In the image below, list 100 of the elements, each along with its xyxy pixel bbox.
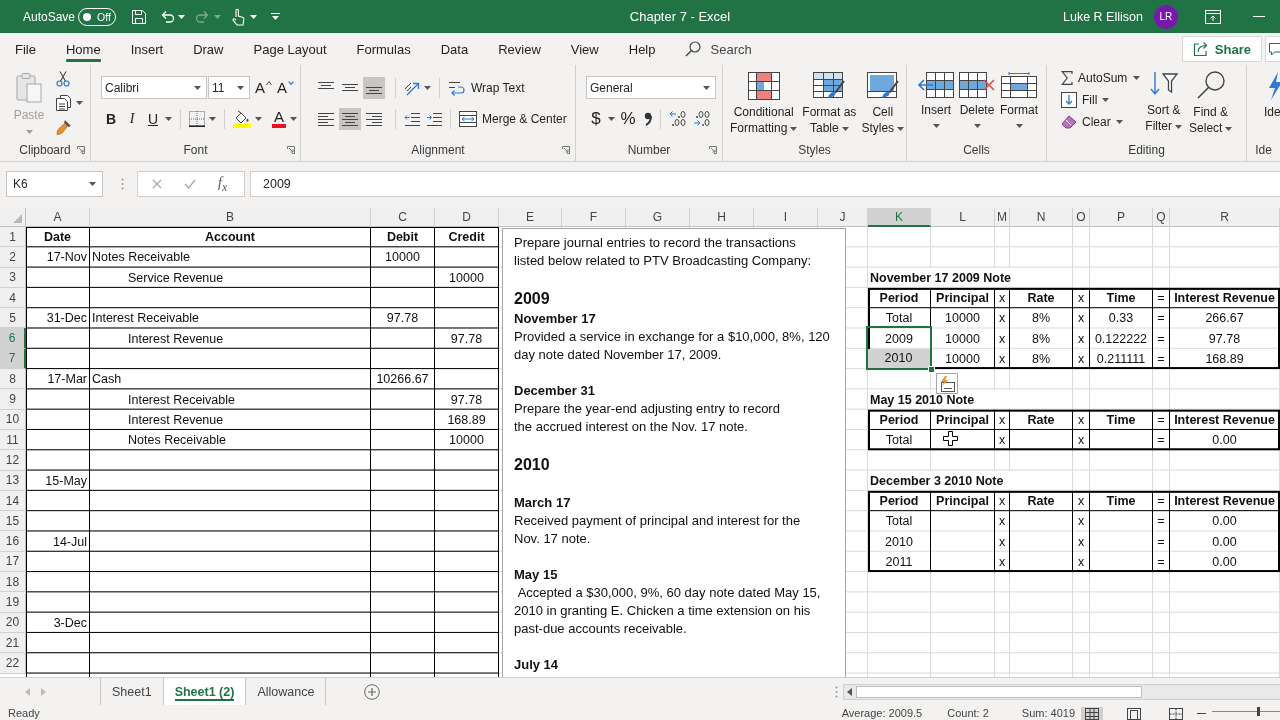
row-header[interactable]: 5 — [0, 308, 26, 329]
border-grid-icon[interactable] — [189, 111, 205, 127]
row-header[interactable]: 13 — [0, 470, 26, 491]
font-color-button[interactable]: A — [272, 110, 286, 128]
decrease-decimal-icon[interactable] — [693, 110, 711, 128]
scissors-icon[interactable] — [56, 71, 70, 87]
row-header[interactable]: 7 — [0, 348, 26, 370]
normal-view-icon[interactable] — [1081, 707, 1103, 720]
row-header[interactable]: 3 — [0, 267, 26, 288]
row-header[interactable]: 2 — [0, 247, 26, 268]
scrollbar-thumb[interactable] — [856, 685, 1142, 698]
row-header[interactable]: 9 — [0, 389, 26, 410]
autosum-button[interactable]: AutoSum — [1061, 71, 1128, 85]
column-header[interactable]: G — [626, 208, 690, 227]
row-header[interactable]: 20 — [0, 612, 26, 633]
name-box[interactable]: K6 — [6, 171, 103, 197]
column-header[interactable]: M — [995, 208, 1010, 227]
menu-tab[interactable]: View — [555, 33, 614, 65]
format-as-table-button[interactable]: Format as Table — [800, 72, 859, 136]
caret-icon[interactable] — [1133, 76, 1141, 80]
column-header[interactable]: K — [868, 208, 931, 227]
window-up-arrow-icon[interactable] — [1204, 9, 1221, 24]
share-button[interactable]: Share — [1181, 36, 1262, 62]
column-header[interactable]: R — [1170, 208, 1280, 227]
insert-cells-button[interactable]: Insert — [917, 72, 955, 128]
menu-tab[interactable]: Formulas — [341, 33, 426, 65]
menu-tab[interactable]: Page Layout — [238, 33, 342, 65]
scroll-left-icon[interactable] — [847, 687, 852, 696]
sort-filter-button[interactable]: Sort & Filter — [1143, 70, 1185, 134]
dialog-launcher-icon[interactable] — [287, 145, 295, 154]
menu-tab[interactable]: Insert — [115, 33, 179, 65]
bold-button[interactable]: B — [103, 109, 119, 129]
row-header[interactable]: 17 — [0, 551, 26, 573]
column-header[interactable]: J — [818, 208, 868, 227]
ideas-button[interactable]: Ide — [1264, 72, 1280, 120]
column-header[interactable]: E — [499, 208, 562, 227]
delete-cells-button[interactable]: Delete — [958, 72, 996, 128]
row-header[interactable]: 11 — [0, 429, 26, 451]
column-header[interactable]: F — [562, 208, 626, 227]
caret-icon[interactable] — [178, 14, 186, 19]
row-header[interactable]: 15 — [0, 511, 26, 532]
row-header[interactable]: 4 — [0, 287, 26, 309]
minimize-icon[interactable] — [1252, 16, 1265, 17]
menu-tab[interactable]: Data — [425, 33, 484, 65]
dialog-launcher-icon[interactable] — [77, 145, 85, 154]
menu-tab[interactable]: Draw — [178, 33, 239, 65]
caret-icon[interactable] — [290, 117, 297, 121]
insert-function-button[interactable]: f$_{x}$ — [218, 174, 228, 194]
caret-icon[interactable] — [255, 117, 262, 121]
conditional-formatting-button[interactable]: Conditional Formatting — [728, 72, 800, 136]
paintbrush-icon[interactable] — [56, 119, 72, 135]
row-header[interactable]: 14 — [0, 490, 26, 512]
currency-button[interactable]: $ — [588, 109, 604, 129]
column-header[interactable]: N — [1010, 208, 1073, 227]
grow-font-button[interactable]: A — [255, 78, 272, 97]
vertical-dots-icon[interactable] — [121, 178, 124, 190]
menu-tab[interactable]: Help — [613, 33, 671, 65]
row-header[interactable]: 12 — [0, 450, 26, 471]
shrink-font-button[interactable]: A — [277, 78, 295, 97]
dialog-launcher-icon[interactable] — [709, 145, 717, 154]
increase-indent-icon[interactable] — [426, 112, 442, 126]
quick-analysis-button[interactable] — [936, 373, 958, 395]
column-header[interactable]: D — [435, 208, 499, 227]
row-header[interactable]: 1 — [0, 227, 26, 248]
horizontal-scrollbar[interactable] — [843, 683, 1280, 700]
column-header[interactable]: O — [1073, 208, 1090, 227]
menu-tab[interactable]: Review — [483, 33, 556, 65]
search-field[interactable]: Search — [710, 41, 771, 57]
fill-handle[interactable] — [928, 366, 935, 374]
vertical-dots-icon[interactable] — [835, 685, 838, 698]
align-center-icon[interactable] — [339, 108, 361, 130]
row-header[interactable]: 6 — [0, 328, 26, 349]
undo-icon[interactable] — [159, 8, 176, 25]
comments-button[interactable] — [1265, 36, 1280, 62]
checkmark-icon[interactable] — [184, 179, 196, 189]
column-header[interactable]: I — [754, 208, 818, 227]
font-name-dropdown[interactable]: Calibri — [101, 76, 207, 99]
column-header[interactable]: A — [26, 208, 90, 227]
menu-tab[interactable]: File — [0, 33, 51, 65]
row-header[interactable]: 8 — [0, 369, 26, 390]
comma-icon[interactable] — [644, 112, 652, 126]
format-cells-button[interactable]: Format — [999, 72, 1039, 128]
bar-caret-icon[interactable] — [271, 13, 281, 20]
column-header[interactable]: P — [1090, 208, 1153, 227]
align-bottom-icon[interactable] — [363, 76, 385, 99]
row-header[interactable]: 16 — [0, 531, 26, 552]
menu-tab[interactable]: Home — [50, 33, 116, 65]
plus-circle-icon[interactable] — [364, 683, 381, 700]
merge-center-button[interactable]: Merge & Center — [459, 111, 567, 127]
row-header[interactable]: 10 — [0, 409, 26, 430]
column-header[interactable]: Q — [1153, 208, 1170, 227]
user-avatar[interactable]: LR — [1153, 4, 1178, 29]
caret-icon[interactable] — [608, 117, 615, 121]
increase-decimal-icon[interactable] — [669, 110, 687, 128]
sheet-tab[interactable]: Sheet1 (2) — [163, 678, 247, 705]
column-header[interactable]: H — [690, 208, 754, 227]
column-header[interactable]: L — [931, 208, 995, 227]
dialog-launcher-icon[interactable] — [562, 145, 570, 154]
row-header[interactable]: 18 — [0, 572, 26, 593]
decrease-indent-icon[interactable] — [404, 112, 420, 126]
